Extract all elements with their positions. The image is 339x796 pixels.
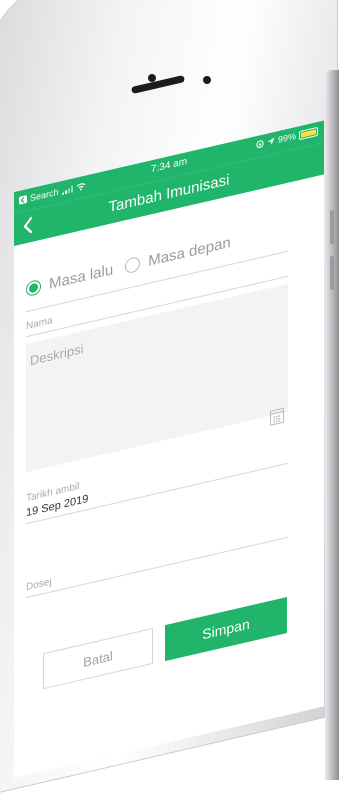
radio-masa-lalu[interactable] bbox=[26, 278, 41, 298]
nama-field[interactable]: Nama bbox=[26, 315, 53, 332]
dosej-underline bbox=[26, 536, 288, 599]
front-sensor bbox=[148, 74, 156, 82]
cancel-button[interactable]: Batal bbox=[43, 627, 153, 690]
save-button[interactable]: Simpan bbox=[165, 596, 287, 662]
radio-masa-depan[interactable] bbox=[125, 255, 141, 275]
radio-label-masa-lalu[interactable]: Masa lalu bbox=[49, 261, 113, 293]
battery-percent: 99% bbox=[277, 130, 296, 146]
phone-screen: Search 7:34 am 99% Tambah Imunisasi Masa… bbox=[14, 120, 324, 779]
deskripsi-placeholder: Deskripsi bbox=[30, 340, 84, 369]
location-icon bbox=[267, 137, 275, 146]
orientation-lock-icon bbox=[256, 140, 264, 149]
front-camera bbox=[203, 76, 211, 84]
time-radio-group: Masa lalu Masa depan bbox=[26, 231, 243, 298]
deskripsi-textarea[interactable]: Deskripsi bbox=[26, 283, 288, 473]
phone-frame: Search 7:34 am 99% Tambah Imunisasi Masa… bbox=[0, 0, 339, 796]
battery-icon bbox=[299, 126, 318, 140]
battery-level bbox=[301, 128, 316, 138]
dosej-field[interactable]: Dosej bbox=[26, 576, 52, 593]
calendar-icon[interactable] bbox=[270, 407, 284, 426]
volume-up-button bbox=[330, 210, 334, 244]
phone-edge bbox=[325, 70, 339, 780]
radio-label-masa-depan[interactable]: Masa depan bbox=[148, 234, 231, 270]
calendar-grid bbox=[273, 414, 281, 424]
volume-down-button bbox=[330, 256, 334, 290]
radio-selected-dot bbox=[29, 282, 38, 294]
